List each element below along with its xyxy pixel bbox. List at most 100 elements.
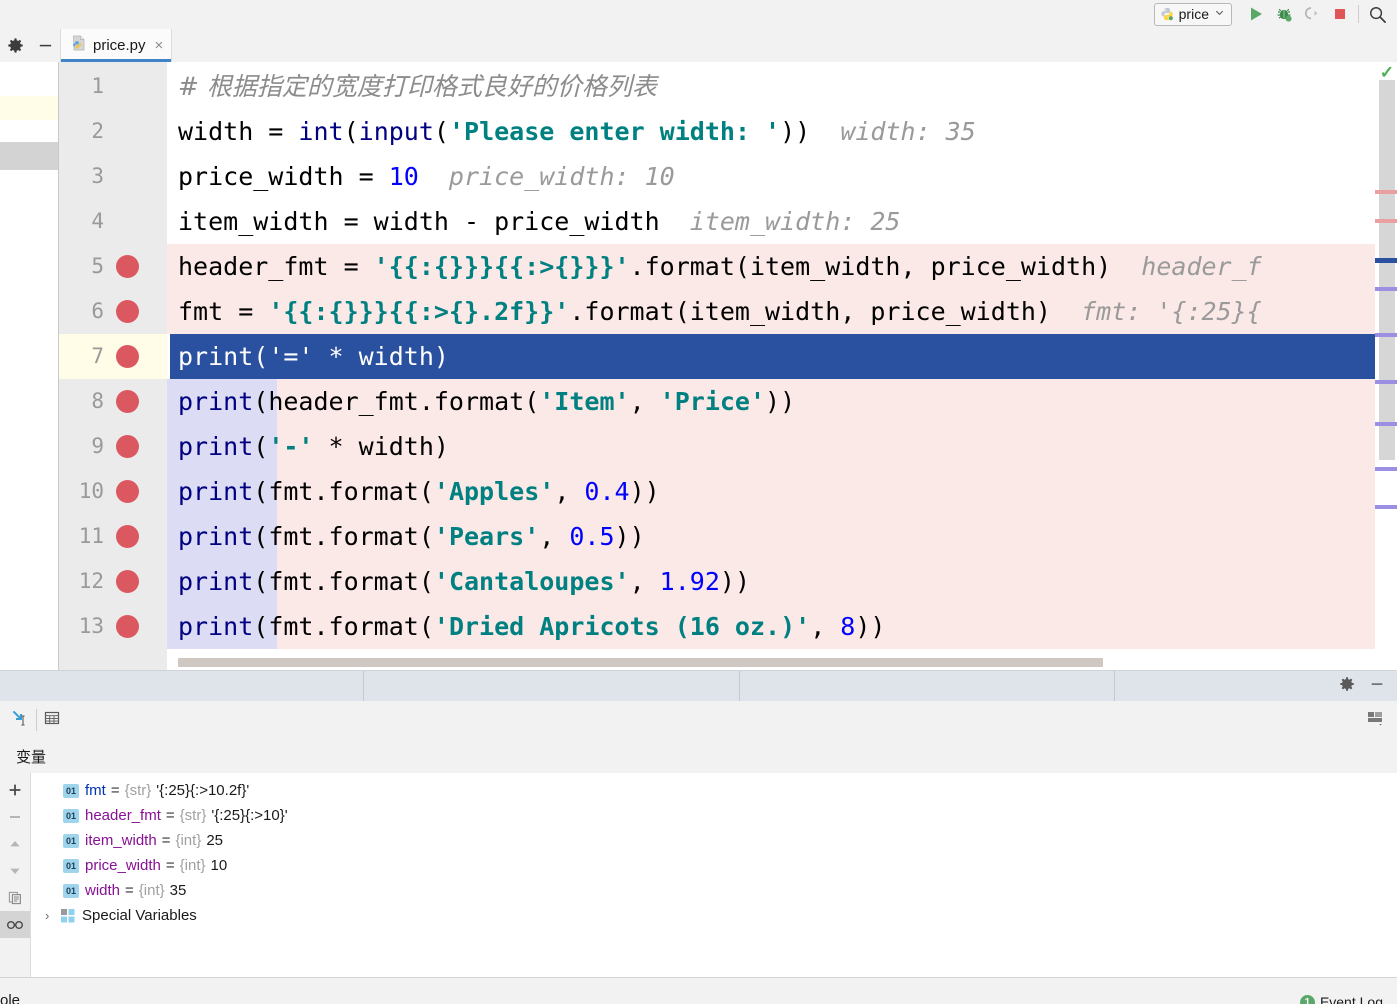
evaluate-icon[interactable] — [10, 708, 30, 733]
event-log-button[interactable]: 1 Event Log — [1299, 994, 1383, 1004]
code-line-text[interactable]: print('-' * width) — [178, 424, 449, 469]
breakpoint-marker[interactable] — [116, 255, 139, 278]
divider-segment — [364, 671, 740, 701]
special-variables-row[interactable]: › Special Variables — [31, 903, 1397, 928]
run-configuration-selector[interactable]: price — [1153, 2, 1232, 26]
code-line-text[interactable]: print('=' * width) — [178, 334, 449, 379]
debugger-toolbar — [0, 701, 1397, 740]
code-token: print — [178, 477, 254, 506]
special-variables-label: Special Variables — [82, 907, 197, 924]
magnifier-icon[interactable] — [1363, 2, 1391, 26]
line-number: 12 — [78, 569, 104, 593]
code-line-text[interactable]: print(header_fmt.format('Item', 'Price')… — [178, 379, 795, 424]
breakpoint-marker[interactable] — [116, 390, 139, 413]
variable-type: {str} — [124, 782, 152, 799]
variable-name: header_fmt — [85, 807, 161, 824]
code-line-text[interactable]: print(fmt.format('Apples', 0.4)) — [178, 469, 660, 514]
run-button[interactable] — [1242, 2, 1270, 26]
code-token: 'Please enter width: ' — [448, 117, 781, 146]
code-token: int — [298, 117, 344, 146]
close-icon[interactable]: × — [155, 37, 164, 54]
code-token: header_fmt = — [178, 252, 374, 281]
code-token: * width) — [313, 342, 449, 371]
breakpoint-marker[interactable] — [116, 480, 139, 503]
tab-price-py[interactable]: price.py × — [60, 28, 173, 62]
code-line-text[interactable]: header_fmt = '{{:{}}}{{:>{}}}'.format(it… — [178, 244, 1262, 289]
line-number: 13 — [78, 614, 104, 638]
code-token: )) — [765, 387, 796, 416]
variable-equals: = — [161, 832, 171, 849]
chevron-right-icon[interactable]: › — [45, 908, 61, 923]
copy-button[interactable] — [0, 884, 30, 911]
code-token: 'Item' — [539, 387, 630, 416]
debug-button[interactable] — [1270, 2, 1298, 26]
code-token: print — [178, 612, 254, 641]
breakpoint-marker[interactable] — [116, 525, 139, 548]
code-token: fmt: '{:25}{ — [1050, 297, 1262, 326]
scroll-marker — [1375, 505, 1397, 509]
breakpoint-marker[interactable] — [116, 615, 139, 638]
code-line-text[interactable]: width = int(input('Please enter width: '… — [178, 109, 976, 154]
minimize-icon[interactable] — [30, 28, 60, 62]
code-line-text[interactable]: # 根据指定的宽度打印格式良好的价格列表 — [178, 64, 657, 109]
line-number: 2 — [91, 119, 104, 143]
scroll-marker — [1375, 333, 1397, 337]
stop-button[interactable] — [1326, 2, 1354, 26]
line-number: 5 — [91, 254, 104, 278]
line-number: 10 — [78, 479, 104, 503]
editor-tab-bar: price.py × — [0, 28, 1397, 63]
layout-icon[interactable] — [1365, 708, 1397, 733]
remove-watch-button[interactable] — [0, 803, 30, 830]
code-line-text[interactable]: price_width = 10 price_width: 10 — [178, 154, 675, 199]
code-token: print — [178, 522, 254, 551]
scroll-marker — [1375, 380, 1397, 384]
code-line-text[interactable]: item_width = width - price_width item_wi… — [178, 199, 900, 244]
code-token: header_f — [1111, 252, 1262, 281]
code-token: (header_fmt.format( — [253, 387, 540, 416]
code-token: )) — [719, 567, 750, 596]
variable-equals: = — [110, 782, 120, 799]
breakpoint-marker[interactable] — [116, 300, 139, 323]
code-editor: 1 # 根据指定的宽度打印格式良好的价格列表 2 width = int(input(… — [0, 62, 1397, 670]
variables-list: 01 fmt = {str} '{:25}{:>10.2f}' 01 header_fmt =… — [31, 778, 1397, 928]
breakpoint-marker[interactable] — [116, 435, 139, 458]
move-up-button[interactable] — [0, 830, 30, 857]
editor-horizontal-scrollbar[interactable] — [178, 658, 1103, 667]
divider-segment — [740, 671, 1115, 701]
move-down-button[interactable] — [0, 857, 30, 884]
code-token: )) — [629, 477, 660, 506]
left-strip-gray-band — [0, 142, 58, 170]
code-line-text[interactable]: print(fmt.format('Pears', 0.5)) — [178, 514, 645, 559]
code-line-text[interactable]: print(fmt.format('Dried Apricots (16 oz.… — [178, 604, 885, 649]
line-number: 9 — [91, 434, 104, 458]
code-line-text[interactable]: fmt = '{{:{}}}{{:>{}.2f}}'.format(item_w… — [178, 289, 1262, 334]
breakpoint-marker[interactable] — [116, 570, 139, 593]
add-watch-button[interactable] — [0, 776, 30, 803]
variable-row[interactable]: 01 width = {int} 35 — [31, 878, 1397, 903]
variable-row[interactable]: 01 header_fmt = {str} '{:25}{:>10}' — [31, 803, 1397, 828]
gear-icon[interactable] — [0, 28, 30, 62]
line-number: 8 — [91, 389, 104, 413]
code-token: '{{:{}}}{{:>{}.2f}}' — [268, 297, 570, 326]
variable-row[interactable]: 01 price_width = {int} 10 — [31, 853, 1397, 878]
gear-icon[interactable] — [1339, 676, 1355, 697]
debug-panel-divider — [0, 670, 1397, 702]
console-tab-label[interactable]: ole — [0, 992, 20, 1004]
coverage-button[interactable] — [1298, 2, 1326, 26]
minus-icon[interactable] — [1369, 676, 1385, 697]
variables-tab-label[interactable]: 变量 — [16, 746, 46, 767]
editor-vertical-scrollbar-thumb[interactable] — [1379, 80, 1395, 460]
editor-scroll-strip[interactable]: ✓ — [1375, 62, 1397, 670]
chevron-down-icon[interactable] — [1214, 5, 1225, 23]
green-check-icon[interactable]: ✓ — [1380, 64, 1394, 81]
variable-row[interactable]: 01 fmt = {str} '{:25}{:>10.2f}' — [31, 778, 1397, 803]
code-token: width = — [178, 117, 299, 146]
glasses-icon[interactable] — [0, 911, 30, 938]
code-line-text[interactable]: print(fmt.format('Cantaloupes', 1.92)) — [178, 559, 750, 604]
variable-type-badge-icon: 01 — [63, 783, 79, 798]
line-number: 11 — [78, 524, 104, 548]
code-token: print — [178, 387, 254, 416]
variable-row[interactable]: 01 item_width = {int} 25 — [31, 828, 1397, 853]
table-grid-icon[interactable] — [43, 709, 61, 732]
breakpoint-marker[interactable] — [116, 345, 139, 368]
